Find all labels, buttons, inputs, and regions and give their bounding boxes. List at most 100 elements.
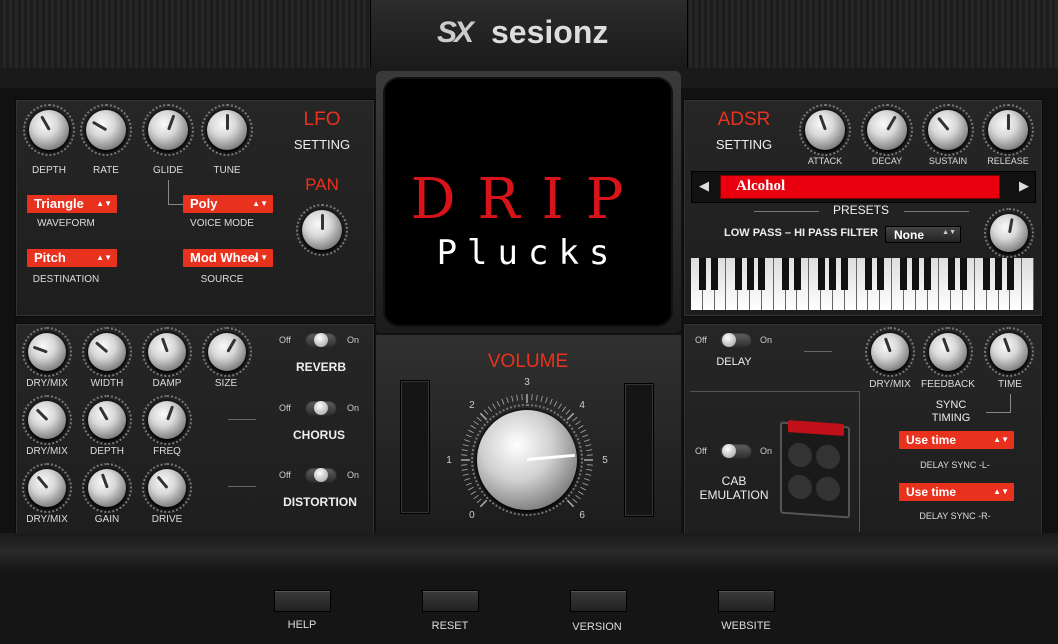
decay-knob[interactable] bbox=[861, 104, 913, 156]
reverb-width-knob[interactable] bbox=[82, 327, 132, 377]
reverb-damp-knob[interactable] bbox=[142, 327, 192, 377]
distortion-drymix-knob[interactable] bbox=[22, 463, 72, 513]
black-key[interactable] bbox=[829, 258, 837, 290]
version-button[interactable] bbox=[570, 590, 627, 612]
black-key[interactable] bbox=[841, 258, 849, 290]
reverb-drymix-knob[interactable] bbox=[22, 327, 72, 377]
glide-connector bbox=[168, 180, 183, 205]
black-key[interactable] bbox=[924, 258, 932, 290]
help-button[interactable] bbox=[274, 590, 331, 612]
white-key[interactable] bbox=[1022, 258, 1034, 310]
reset-button[interactable] bbox=[422, 590, 479, 612]
volume-tick bbox=[566, 499, 575, 508]
logo-plate: SX sesionz bbox=[370, 0, 688, 68]
chorus-freq-knob[interactable] bbox=[142, 395, 192, 445]
black-key[interactable] bbox=[817, 258, 825, 290]
delay-toggle[interactable] bbox=[720, 332, 752, 348]
volume-tick bbox=[479, 412, 488, 421]
waveform-label: WAVEFORM bbox=[37, 218, 95, 229]
volume-tick bbox=[583, 478, 590, 481]
chorus-toggle[interactable] bbox=[305, 400, 337, 416]
lfo-rate-knob[interactable] bbox=[80, 104, 132, 156]
black-key[interactable] bbox=[782, 258, 790, 290]
release-label: RELEASE bbox=[987, 156, 1029, 166]
source-select[interactable]: Mod Wheel ▲▼ bbox=[183, 249, 273, 267]
preset-display[interactable]: Alcohol bbox=[720, 175, 1000, 199]
black-key[interactable] bbox=[864, 258, 872, 290]
distortion-gain-knob[interactable] bbox=[82, 463, 132, 513]
website-button[interactable] bbox=[718, 590, 775, 612]
volume-tick bbox=[516, 394, 519, 401]
filter-select[interactable]: None ▲▼ bbox=[885, 226, 961, 243]
volume-tick-label: 2 bbox=[469, 400, 475, 411]
reverb-label: REVERB bbox=[295, 360, 347, 374]
waveform-select[interactable]: Triangle ▲▼ bbox=[27, 195, 117, 213]
filter-label: LOW PASS – HI PASS FILTER bbox=[724, 227, 879, 239]
reverb-width-label: WIDTH bbox=[90, 378, 124, 389]
black-key[interactable] bbox=[758, 258, 766, 290]
attack-label: ATTACK bbox=[807, 156, 843, 166]
volume-tick bbox=[496, 401, 501, 407]
delay-feedback-knob[interactable] bbox=[923, 327, 973, 377]
volume-tick bbox=[462, 473, 469, 476]
volume-tick bbox=[470, 425, 477, 429]
destination-select[interactable]: Pitch ▲▼ bbox=[27, 249, 117, 267]
lfo-tune-knob[interactable] bbox=[201, 104, 253, 156]
display-title-plucks: Plucks bbox=[436, 233, 620, 273]
distortion-drive-knob[interactable] bbox=[142, 463, 192, 513]
voice-mode-select[interactable]: Poly ▲▼ bbox=[183, 195, 273, 213]
black-key[interactable] bbox=[983, 258, 991, 290]
volume-tick bbox=[487, 406, 493, 412]
lfo-depth-knob[interactable] bbox=[23, 104, 75, 156]
delay-sync-l-select[interactable]: Use time ▲▼ bbox=[899, 431, 1014, 449]
volume-tick bbox=[545, 397, 548, 404]
pan-knob[interactable] bbox=[296, 204, 348, 256]
delay-off-label: Off bbox=[695, 335, 707, 345]
black-key[interactable] bbox=[699, 258, 707, 290]
black-key[interactable] bbox=[793, 258, 801, 290]
lfo-glide-knob[interactable] bbox=[142, 104, 194, 156]
black-key[interactable] bbox=[1006, 258, 1014, 290]
chorus-off-label: Off bbox=[279, 403, 291, 413]
chorus-drymix-knob[interactable] bbox=[22, 395, 72, 445]
distortion-toggle[interactable] bbox=[305, 467, 337, 483]
destination-label: DESTINATION bbox=[32, 274, 100, 285]
preset-next-icon[interactable]: ▶ bbox=[1019, 178, 1029, 194]
reverb-on-label: On bbox=[347, 335, 360, 345]
reverb-drymix-label: DRY/MIX bbox=[26, 378, 68, 389]
filter-knob[interactable] bbox=[984, 208, 1034, 258]
black-key[interactable] bbox=[912, 258, 920, 290]
black-key[interactable] bbox=[876, 258, 884, 290]
attack-knob[interactable] bbox=[799, 104, 851, 156]
black-key[interactable] bbox=[900, 258, 908, 290]
black-key[interactable] bbox=[746, 258, 754, 290]
volume-tick bbox=[464, 478, 471, 481]
black-key[interactable] bbox=[995, 258, 1003, 290]
reverb-off-label: Off bbox=[279, 335, 291, 345]
delay-drymix-knob[interactable] bbox=[865, 327, 915, 377]
reverb-size-knob[interactable] bbox=[202, 327, 252, 377]
cab-toggle[interactable] bbox=[720, 443, 752, 459]
volume-tick bbox=[540, 395, 543, 402]
black-key[interactable] bbox=[734, 258, 742, 290]
voice-mode-value: Poly bbox=[190, 196, 218, 211]
amp-cabinet-icon bbox=[780, 420, 850, 519]
black-key[interactable] bbox=[711, 258, 719, 290]
chorus-depth-knob[interactable] bbox=[82, 395, 132, 445]
delay-time-knob[interactable] bbox=[984, 327, 1034, 377]
volume-knob[interactable] bbox=[471, 404, 583, 516]
preset-prev-icon[interactable]: ◀ bbox=[699, 178, 709, 194]
black-key[interactable] bbox=[947, 258, 955, 290]
black-key[interactable] bbox=[959, 258, 967, 290]
voice-mode-label: VOICE MODE bbox=[190, 218, 254, 229]
sustain-knob[interactable] bbox=[922, 104, 974, 156]
chorus-freq-label: FREQ bbox=[153, 446, 181, 457]
release-knob[interactable] bbox=[982, 104, 1034, 156]
reverb-toggle[interactable] bbox=[305, 332, 337, 348]
piano-keyboard[interactable] bbox=[691, 258, 1034, 310]
volume-tick bbox=[468, 486, 474, 491]
pan-title: PAN bbox=[305, 175, 339, 194]
delay-sync-r-select[interactable]: Use time ▲▼ bbox=[899, 483, 1014, 501]
volume-tick bbox=[558, 403, 562, 410]
delay-feedback-label: FEEDBACK bbox=[921, 379, 975, 390]
